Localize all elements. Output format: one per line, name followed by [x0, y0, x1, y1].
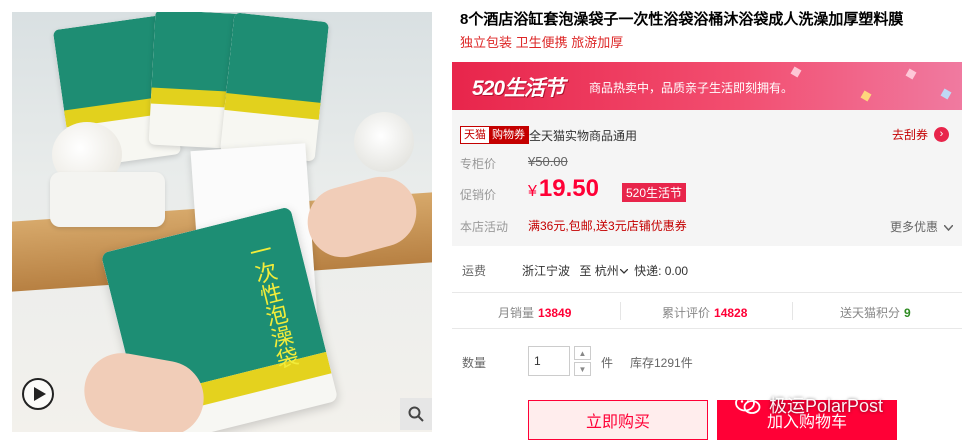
product-main-image[interactable]: 一次性泡澡袋	[12, 12, 432, 432]
get-coupon-link[interactable]: 去刮券 ›	[892, 126, 950, 143]
promo-price-value: 19.50	[538, 175, 599, 202]
coupon-tag-voucher: 购物券	[489, 127, 528, 143]
play-video-button[interactable]	[22, 378, 54, 410]
shipping-info: 浙江宁波 至 杭州 快递: 0.00	[522, 262, 688, 279]
quantity-input[interactable]	[528, 346, 570, 376]
review-count-value: 14828	[714, 306, 748, 320]
chevron-down-icon	[943, 224, 954, 232]
shipping-express: 快递: 0.00	[634, 264, 689, 278]
banner-logo: 520生活节	[472, 77, 565, 100]
wechat-icon	[735, 394, 761, 414]
product-subtitle: 独立包装 卫生便携 旅游加厚	[460, 35, 624, 50]
monthly-sales-value: 13849	[538, 306, 572, 320]
folded-towel	[50, 172, 165, 227]
caret-up-icon: ▲	[578, 348, 587, 358]
price-panel: 520生活节 商品热卖中，品质亲子生活即刻拥有。 天猫 购物券 全天猫实物商品通…	[452, 62, 962, 246]
event-badge: 520生活节	[622, 183, 687, 202]
caret-down-icon: ▼	[578, 364, 587, 374]
monthly-sales: 月销量 13849	[498, 304, 571, 321]
divider	[792, 302, 793, 320]
original-price-label: 专柜价	[460, 157, 497, 171]
currency-symbol: ¥	[528, 183, 537, 200]
reward-points: 送天猫积分 9	[840, 304, 911, 321]
more-promo-link[interactable]: 更多优惠	[890, 218, 954, 235]
watermark: 极运PolarPost	[735, 392, 883, 418]
divider	[620, 302, 621, 320]
review-count-label: 累计评价	[662, 306, 711, 320]
promo-price-label: 促销价	[460, 188, 497, 202]
chevron-down-icon	[619, 268, 629, 274]
chevron-right-icon: ›	[934, 127, 950, 142]
shipping-destination-select[interactable]: 杭州	[595, 264, 631, 278]
divider	[452, 292, 962, 293]
shipping-destination: 杭州	[594, 264, 619, 278]
zoom-button[interactable]	[400, 398, 432, 430]
shipping-to: 至	[579, 264, 592, 278]
banner-text: 商品热卖中，品质亲子生活即刻拥有。	[589, 81, 794, 95]
quantity-increase-button[interactable]: ▲	[574, 346, 591, 360]
more-promo-label: 更多优惠	[890, 220, 939, 234]
review-count[interactable]: 累计评价 14828	[662, 304, 747, 321]
product-pack-back-3	[219, 12, 330, 162]
shop-promo-text: 满36元,包邮,送3元店铺优惠券	[528, 219, 687, 233]
quantity-label: 数量	[462, 356, 487, 370]
buy-now-button[interactable]: 立即购买	[528, 400, 708, 440]
coupon-description: 全天猫实物商品通用	[529, 129, 638, 143]
original-price: ¥50.00	[528, 154, 568, 169]
promo-price: ¥ 19.50	[528, 175, 599, 203]
coupon-tag-tmall: 天猫	[461, 127, 489, 143]
watermark-text: 极运PolarPost	[769, 396, 884, 416]
ceramic-jar	[354, 112, 414, 172]
quantity-unit: 件	[601, 356, 614, 370]
coupon-tag: 天猫 购物券	[460, 126, 529, 144]
divider	[452, 328, 962, 329]
shop-promo-label: 本店活动	[460, 220, 509, 234]
product-title: 8个酒店浴缸套泡澡袋子一次性浴袋浴桶沐浴袋成人洗澡加厚塑料膜	[460, 11, 904, 28]
quantity-decrease-button[interactable]: ▼	[574, 362, 591, 376]
reward-points-label: 送天猫积分	[840, 306, 901, 320]
shipping-origin: 浙江宁波	[522, 264, 571, 278]
promo-banner: 520生活节 商品热卖中，品质亲子生活即刻拥有。	[452, 62, 962, 110]
stock-count: 库存1291件	[630, 356, 693, 370]
play-icon	[33, 387, 46, 401]
reward-points-value: 9	[904, 306, 911, 320]
monthly-sales-label: 月销量	[498, 306, 535, 320]
shipping-label: 运费	[462, 264, 487, 278]
zoom-icon	[408, 406, 424, 422]
get-coupon-label: 去刮券	[892, 128, 929, 142]
